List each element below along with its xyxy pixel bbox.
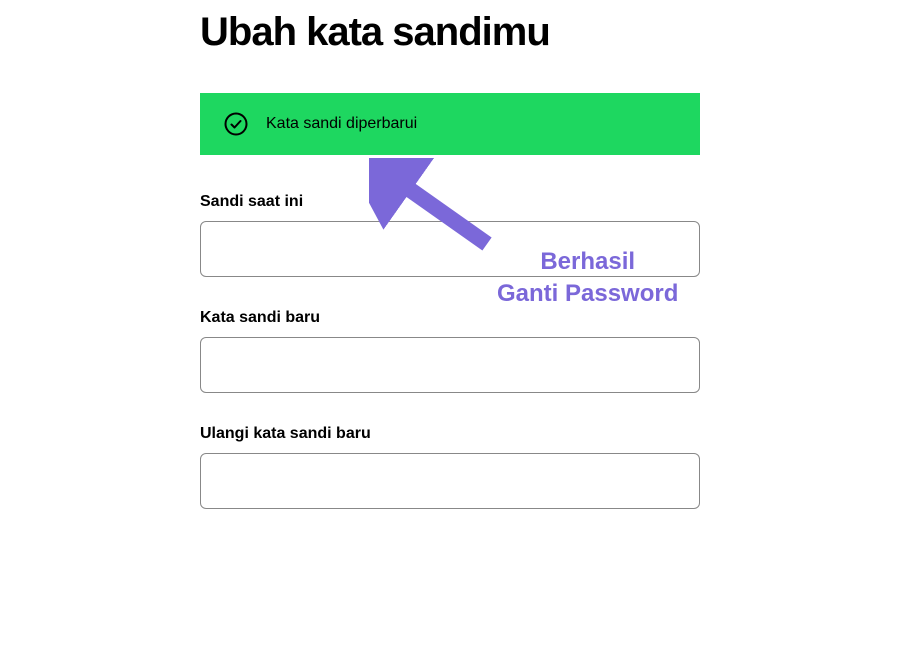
- current-password-group: Sandi saat ini: [200, 193, 700, 277]
- check-circle-icon: [224, 112, 248, 136]
- change-password-form: Ubah kata sandimu Kata sandi diperbarui …: [0, 0, 900, 509]
- success-banner: Kata sandi diperbarui: [200, 93, 700, 155]
- success-message: Kata sandi diperbarui: [266, 115, 417, 133]
- new-password-input[interactable]: [200, 337, 700, 393]
- current-password-label: Sandi saat ini: [200, 193, 700, 211]
- page-title: Ubah kata sandimu: [200, 10, 700, 55]
- repeat-password-group: Ulangi kata sandi baru: [200, 425, 700, 509]
- new-password-label: Kata sandi baru: [200, 309, 700, 327]
- new-password-group: Kata sandi baru: [200, 309, 700, 393]
- repeat-password-label: Ulangi kata sandi baru: [200, 425, 700, 443]
- repeat-password-input[interactable]: [200, 453, 700, 509]
- current-password-input[interactable]: [200, 221, 700, 277]
